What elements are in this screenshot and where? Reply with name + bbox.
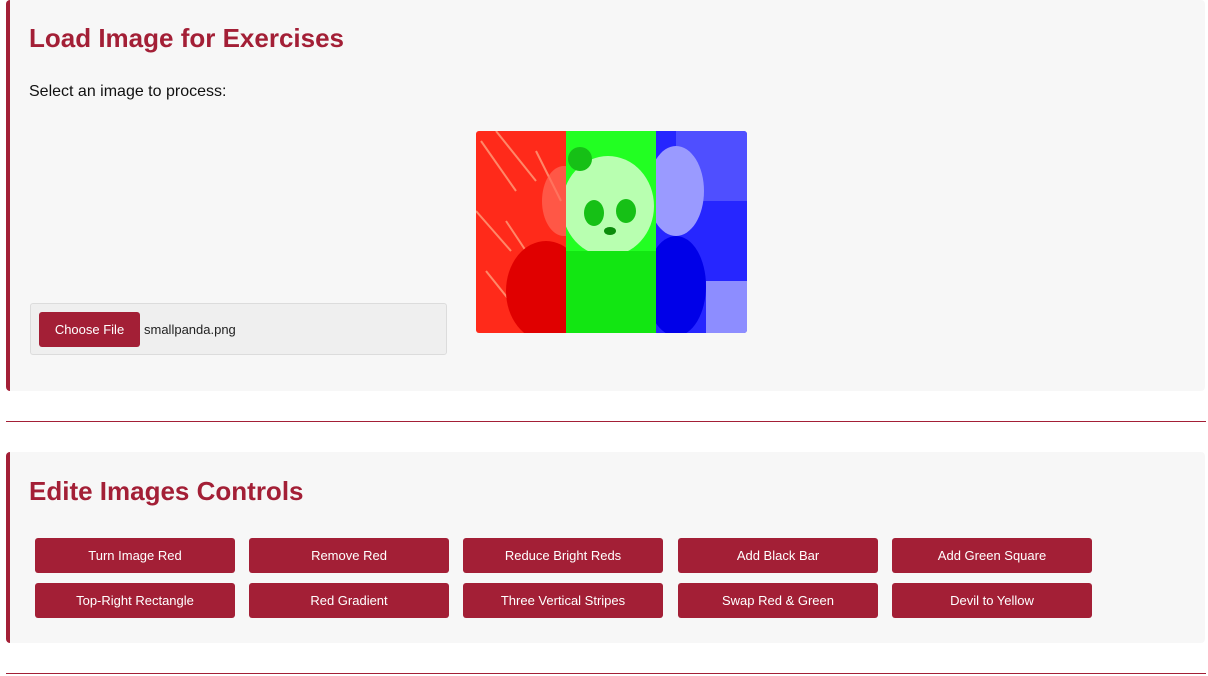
panda-image: [476, 131, 747, 333]
three-vertical-stripes-button[interactable]: Three Vertical Stripes: [463, 583, 663, 618]
section-divider-bottom: [6, 673, 1206, 674]
select-image-label: Select an image to process:: [29, 83, 227, 100]
file-input[interactable]: Choose File smallpanda.png: [30, 303, 447, 355]
edit-controls-section: Edite Images Controls Turn Image Red Rem…: [6, 452, 1205, 643]
image-preview: [476, 131, 747, 333]
swap-red-green-button[interactable]: Swap Red & Green: [678, 583, 878, 618]
load-image-section: Load Image for Exercises Select an image…: [6, 0, 1205, 391]
selected-file-name: smallpanda.png: [144, 322, 236, 337]
reduce-bright-reds-button[interactable]: Reduce Bright Reds: [463, 538, 663, 573]
edit-controls-title: Edite Images Controls: [29, 476, 304, 506]
add-black-bar-button[interactable]: Add Black Bar: [678, 538, 878, 573]
red-gradient-button[interactable]: Red Gradient: [249, 583, 449, 618]
top-right-rectangle-button[interactable]: Top-Right Rectangle: [35, 583, 235, 618]
devil-to-yellow-button[interactable]: Devil to Yellow: [892, 583, 1092, 618]
choose-file-button[interactable]: Choose File: [39, 312, 140, 347]
load-image-title: Load Image for Exercises: [29, 23, 345, 53]
turn-image-red-button[interactable]: Turn Image Red: [35, 538, 235, 573]
add-green-square-button[interactable]: Add Green Square: [892, 538, 1092, 573]
section-divider: [6, 421, 1206, 422]
remove-red-button[interactable]: Remove Red: [249, 538, 449, 573]
